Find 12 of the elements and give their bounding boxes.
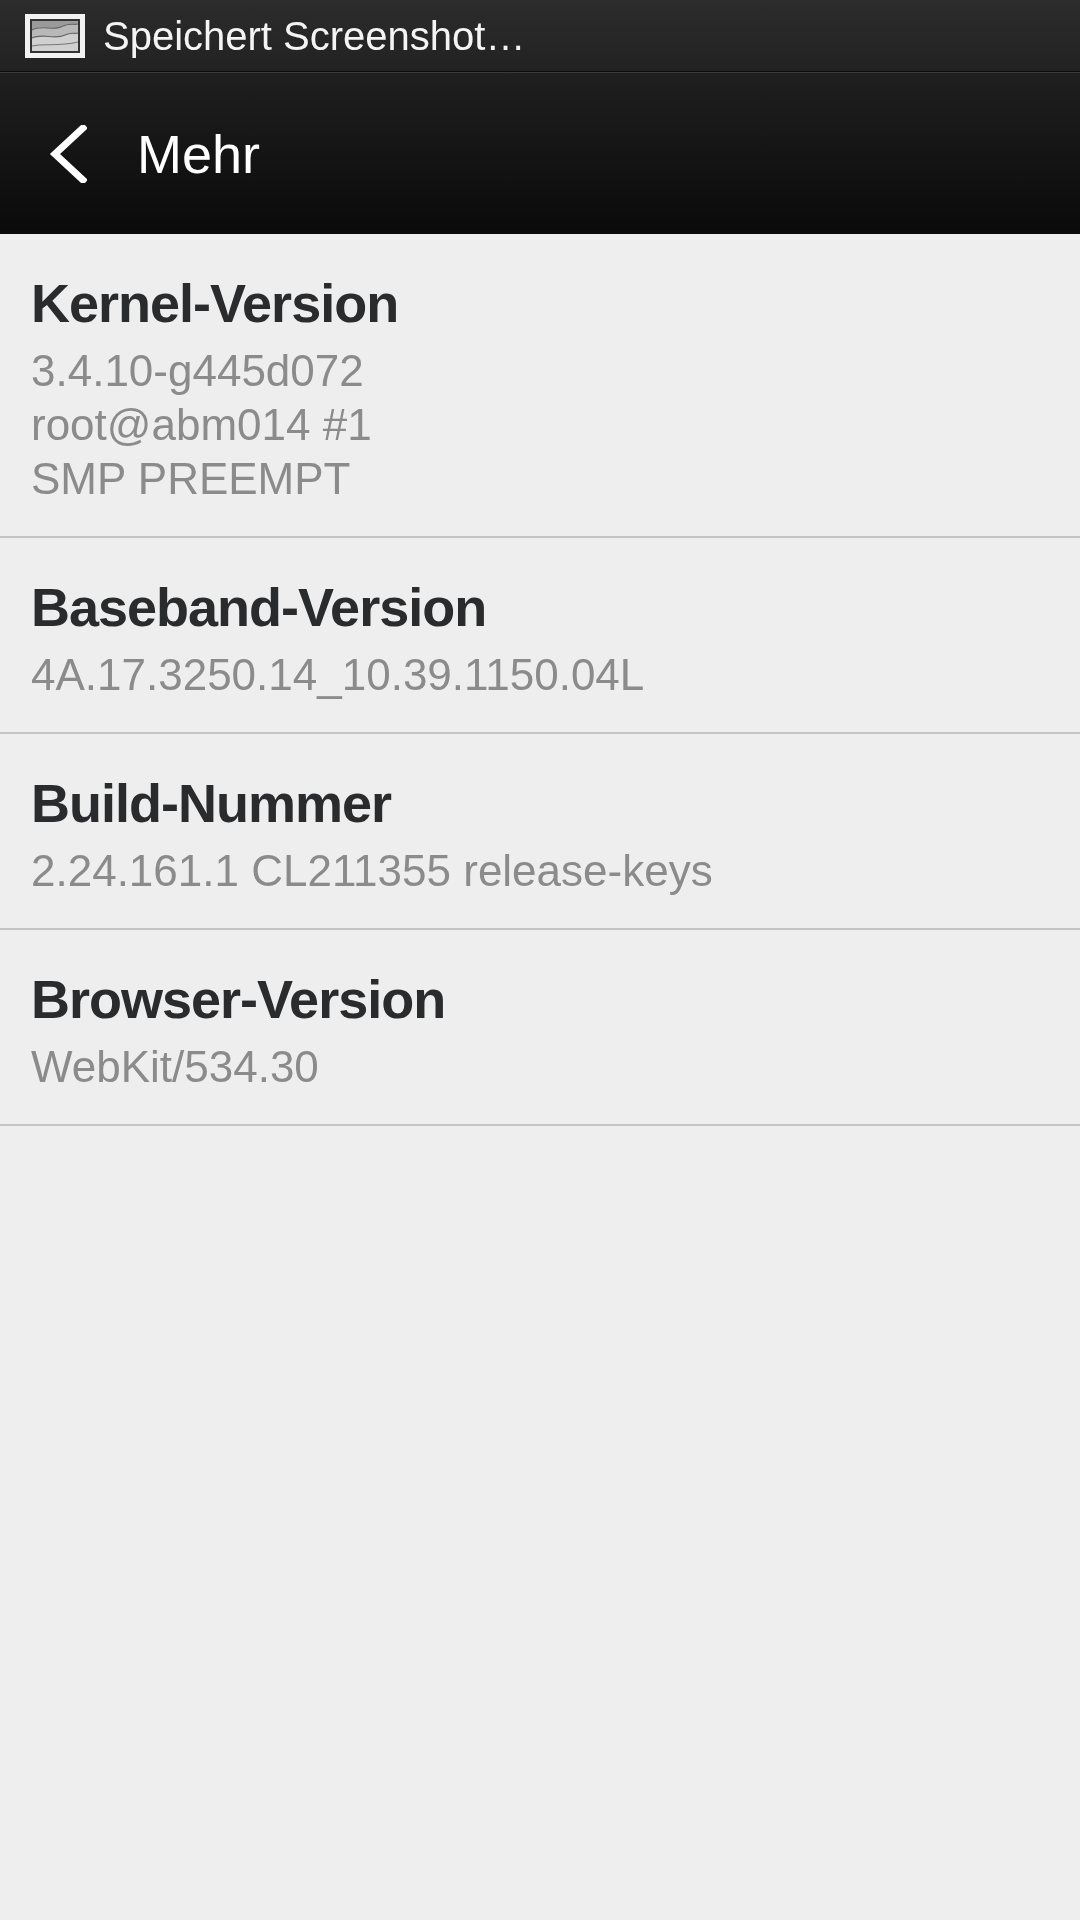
notification-text: Speichert Screenshot…: [103, 12, 526, 60]
item-title: Baseband-Version: [31, 576, 487, 639]
item-title: Build-Nummer: [31, 772, 391, 835]
item-title: Browser-Version: [31, 968, 446, 1031]
item-title: Kernel-Version: [31, 272, 399, 335]
item-summary: 4A.17.3250.14_10.39.1150.04L: [31, 649, 645, 701]
item-summary: 2.24.161.1 CL211355 release-keys: [31, 845, 713, 897]
screen-title: Mehr: [137, 122, 261, 186]
item-summary: 3.4.10-g445d072 root@abm014 #1 SMP PREEMPT: [31, 345, 372, 505]
image-icon: [25, 13, 85, 58]
back-icon[interactable]: [49, 124, 87, 183]
item-summary: WebKit/534.30: [31, 1041, 319, 1093]
